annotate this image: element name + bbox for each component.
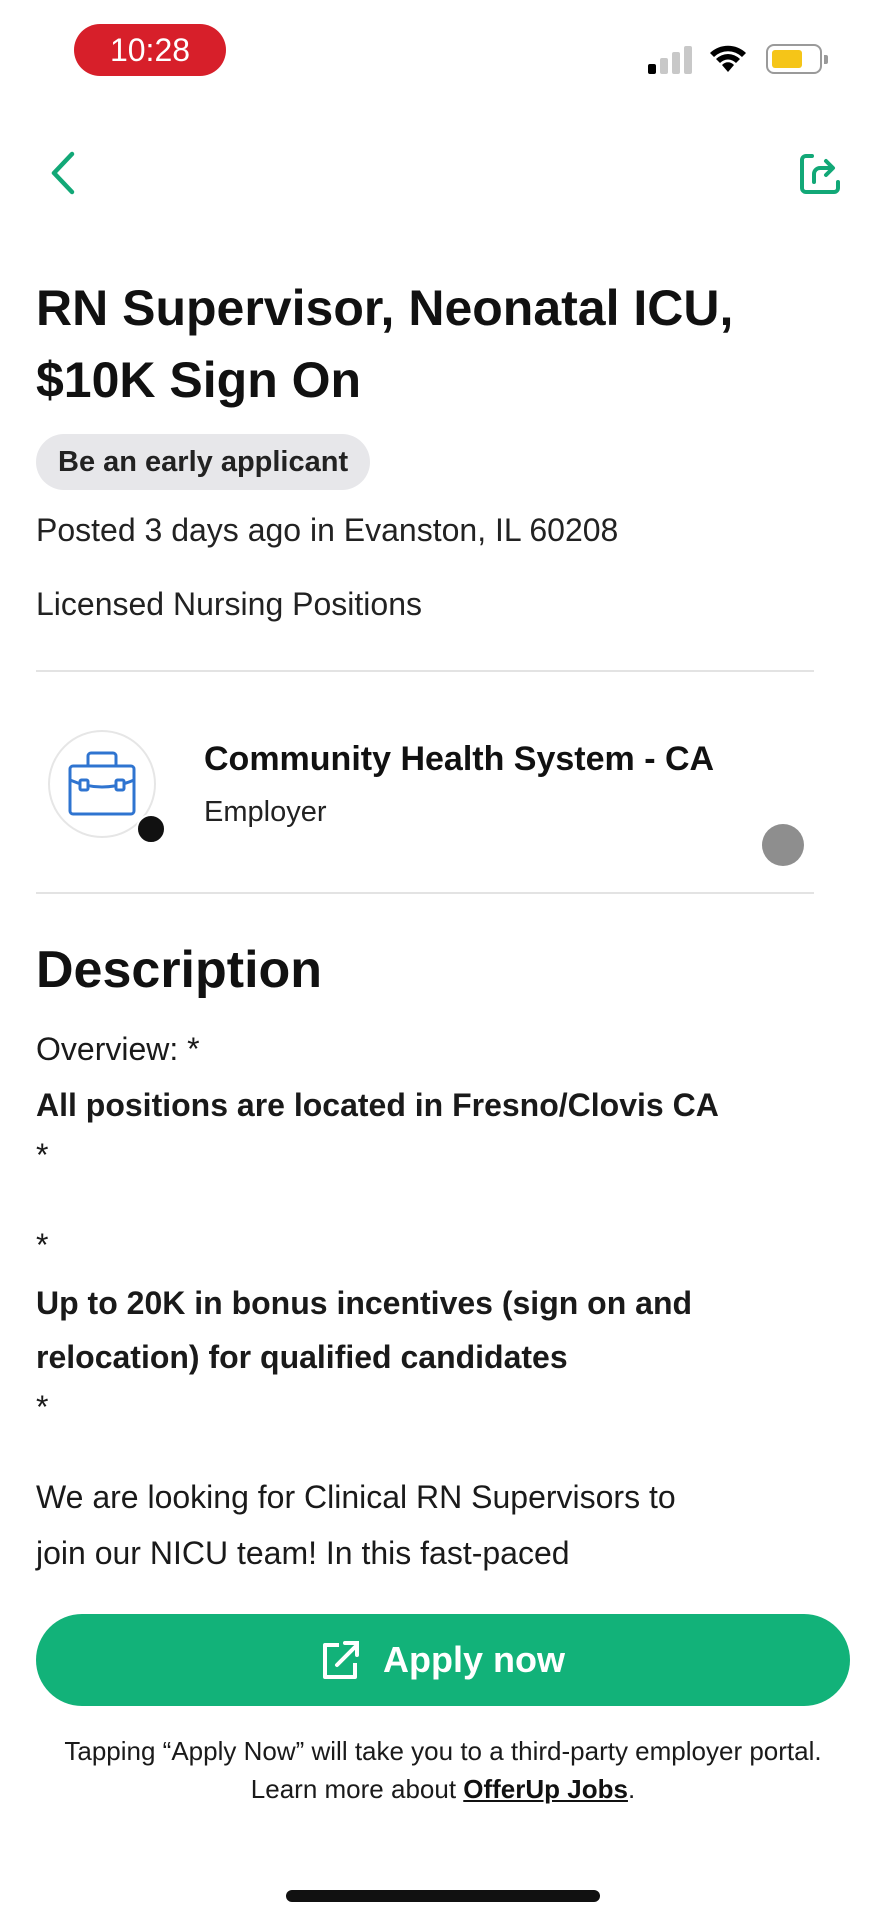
description-line: All positions are located in Fresno/Clov…	[36, 1087, 719, 1123]
description-line: join our NICU team! In this fast-paced	[36, 1535, 570, 1571]
job-category: Licensed Nursing Positions	[36, 586, 422, 622]
early-applicant-badge: Be an early applicant	[36, 434, 371, 490]
disclaimer-prefix: Learn more about	[250, 1774, 464, 1804]
description-line: Up to 20K in bonus incentives (sign on a…	[36, 1285, 693, 1321]
status-bar: 10:28	[0, 0, 886, 100]
wifi-icon	[710, 45, 746, 72]
battery-icon	[766, 44, 828, 74]
disclaimer-suffix: .	[627, 1774, 636, 1804]
description-heading: Description	[36, 941, 323, 999]
employer-logo	[48, 730, 166, 844]
external-link-icon	[323, 1641, 359, 1679]
disclaimer-line-2: Learn more about OfferUp Jobs.	[0, 1770, 886, 1808]
chevron-left-icon[interactable]	[44, 148, 84, 198]
cellular-signal-icon	[648, 44, 694, 74]
offerup-jobs-link[interactable]: OfferUp Jobs	[463, 1774, 628, 1804]
description-line: We are looking for Clinical RN Superviso…	[36, 1479, 676, 1515]
home-indicator[interactable]	[286, 1890, 600, 1902]
divider	[36, 892, 814, 894]
status-time: 10:28	[74, 24, 226, 76]
description-line: *	[36, 1137, 49, 1173]
touch-indicator	[762, 824, 804, 866]
description-line: Overview: *	[36, 1031, 200, 1067]
employer-name: Community Health System - CA	[204, 740, 715, 778]
share-icon[interactable]	[796, 150, 844, 198]
job-title: RN Supervisor, Neonatal ICU, $10K Sign O…	[36, 280, 734, 408]
description-line: *	[36, 1389, 49, 1425]
posted-info: Posted 3 days ago in Evanston, IL 60208	[36, 512, 619, 548]
apply-now-label: Apply now	[383, 1639, 565, 1680]
divider	[36, 670, 814, 672]
store-badge-icon	[136, 814, 166, 844]
disclaimer-line-1: Tapping “Apply Now” will take you to a t…	[64, 1736, 822, 1766]
employer-role: Employer	[204, 796, 327, 828]
description-line: relocation) for qualified candidates	[36, 1339, 568, 1375]
description-line: *	[36, 1227, 49, 1263]
nav-bar	[0, 140, 886, 200]
apply-disclaimer: Tapping “Apply Now” will take you to a t…	[0, 1732, 886, 1808]
employer-card[interactable]: Community Health System - CA Employer	[36, 720, 814, 866]
apply-now-button[interactable]: Apply now	[36, 1614, 850, 1706]
